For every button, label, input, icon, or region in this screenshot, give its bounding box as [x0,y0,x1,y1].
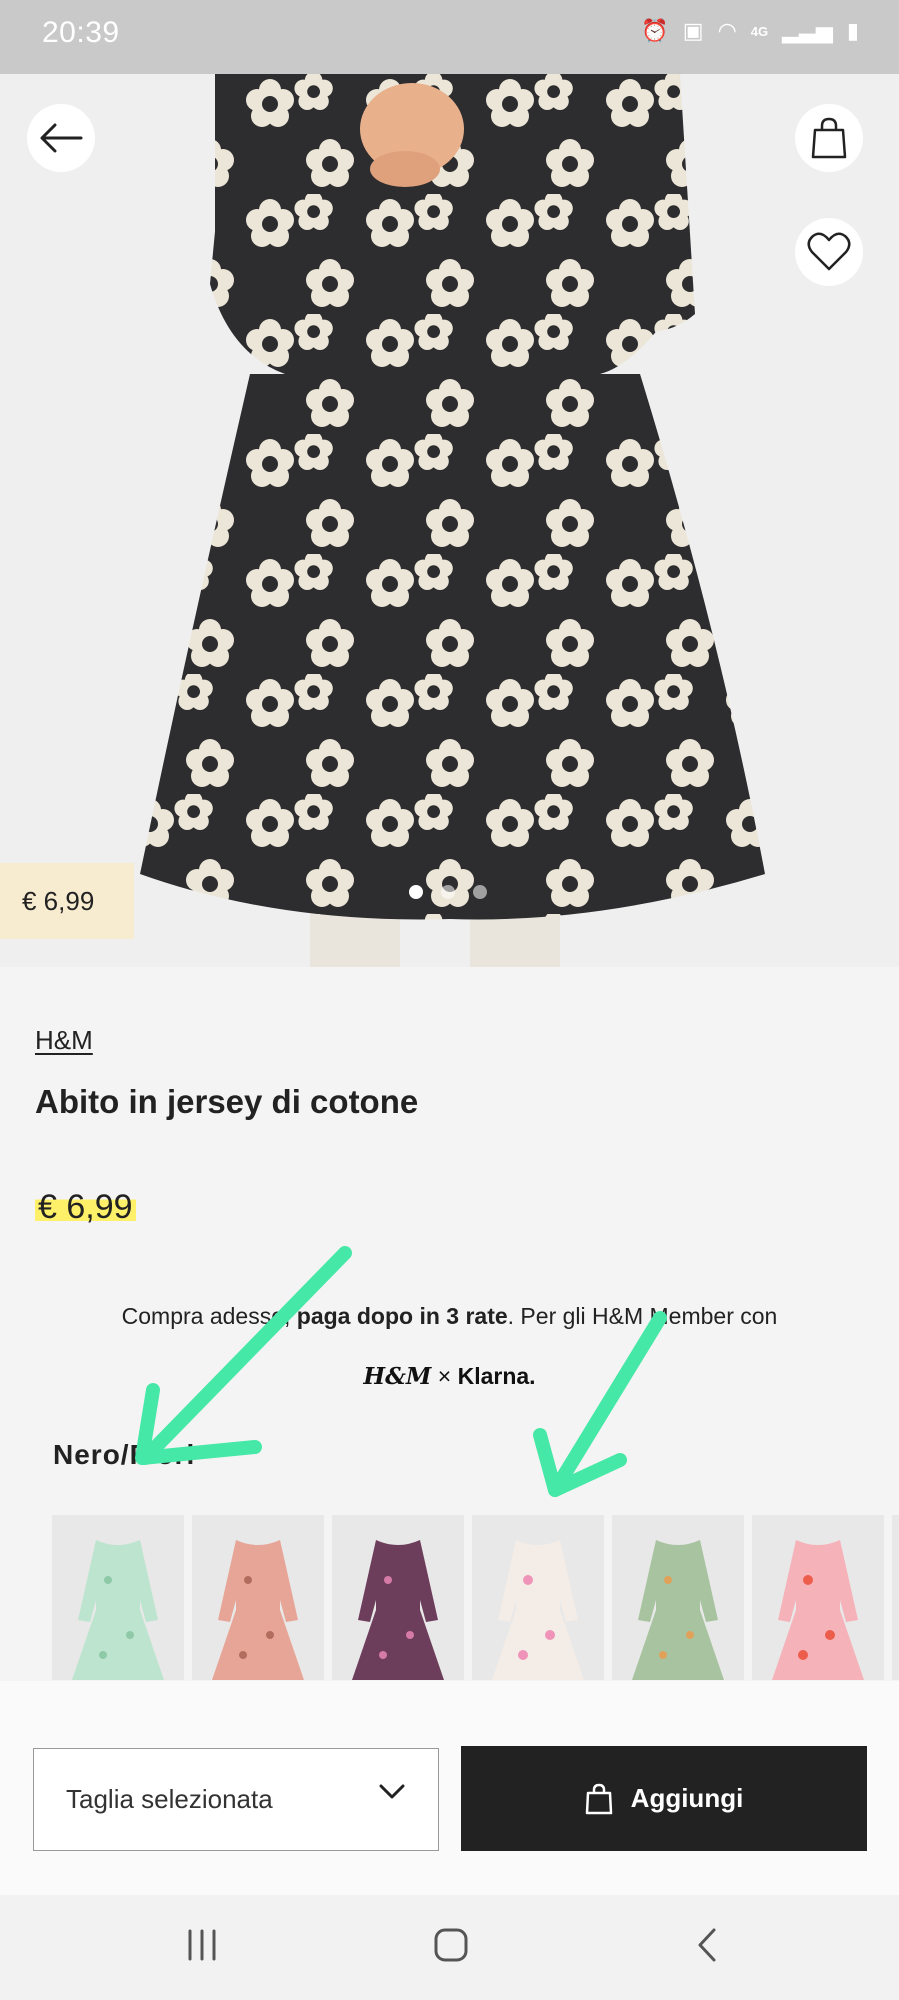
size-select[interactable]: Taglia selezionata [33,1748,439,1851]
brand-link[interactable]: H&M [35,1025,93,1056]
color-swatch[interactable] [472,1515,604,1680]
product-price: € 6,99 [35,1188,136,1227]
add-to-bag-button[interactable]: Aggiungi [461,1746,867,1851]
carousel-indicator [409,885,487,899]
size-select-label: Taglia selezionata [66,1784,273,1814]
favorite-button[interactable] [795,218,863,286]
dress-thumbnail [352,1540,444,1680]
network-4g-icon: 4G [750,23,769,39]
back-nav-icon[interactable] [690,1927,726,1963]
hm-logo: H&M [363,1363,432,1390]
heart-icon [807,232,851,271]
color-swatch[interactable] [892,1515,899,1680]
dress-thumbnail [72,1540,164,1680]
klarna-text-2: . Per gli H&M Member con [507,1303,778,1329]
dress-thumbnail [772,1540,864,1680]
shopping-bag-button[interactable] [795,104,863,172]
selected-color-name: Nero/Fiori [53,1439,196,1470]
product-title: Abito in jersey di cotone [35,1083,419,1120]
carousel-dot[interactable] [409,885,423,899]
klarna-wordmark: Klarna. [457,1363,536,1389]
color-swatch[interactable] [612,1515,744,1680]
product-photo [0,74,899,967]
product-image-carousel[interactable]: € 6,99 [0,74,899,967]
klarna-text-1: Compra adesso, [121,1303,297,1329]
klarna-text-bold: paga dopo in 3 rate [296,1303,508,1329]
arrow-left-icon [40,123,83,153]
color-swatch[interactable] [332,1515,464,1680]
dress-thumbnail [632,1540,724,1680]
image-price-tag: € 6,99 [0,863,134,939]
color-swatch[interactable] [752,1515,884,1680]
carousel-dot[interactable] [473,885,487,899]
signal-icon: ▂▃▅ [782,18,833,43]
shopping-bag-icon [585,1783,612,1814]
dress-thumbnail [492,1540,584,1680]
klarna-logo: H&M × Klarna. [0,1363,899,1390]
status-time: 20:39 [42,16,120,49]
notification-icon: ▣ [682,18,704,43]
add-to-bag-label: Aggiungi [630,1783,744,1813]
klarna-info: Compra adesso, paga dopo in 3 rate. Per … [0,1303,899,1330]
logo-separator: × [437,1363,452,1389]
chevron-down-icon [379,1784,405,1799]
alarm-icon: ⏰ [641,18,669,43]
battery-icon: ▮ [846,18,859,43]
system-nav-bar [0,1895,899,2000]
status-icons: ⏰ ▣ ◠ 4G ▂▃▅ ▮ [641,18,859,44]
color-swatches [52,1515,899,1680]
color-swatch[interactable] [52,1515,184,1680]
home-icon[interactable] [433,1927,469,1963]
wifi-icon: ◠ [717,18,737,43]
shopping-bag-icon [811,117,847,159]
back-button[interactable] [27,104,95,172]
status-bar: 20:39 ⏰ ▣ ◠ 4G ▂▃▅ ▮ [0,0,899,74]
color-swatch[interactable] [192,1515,324,1680]
dress-thumbnail [212,1540,304,1680]
recent-apps-icon[interactable] [184,1927,220,1963]
carousel-dot[interactable] [441,885,455,899]
